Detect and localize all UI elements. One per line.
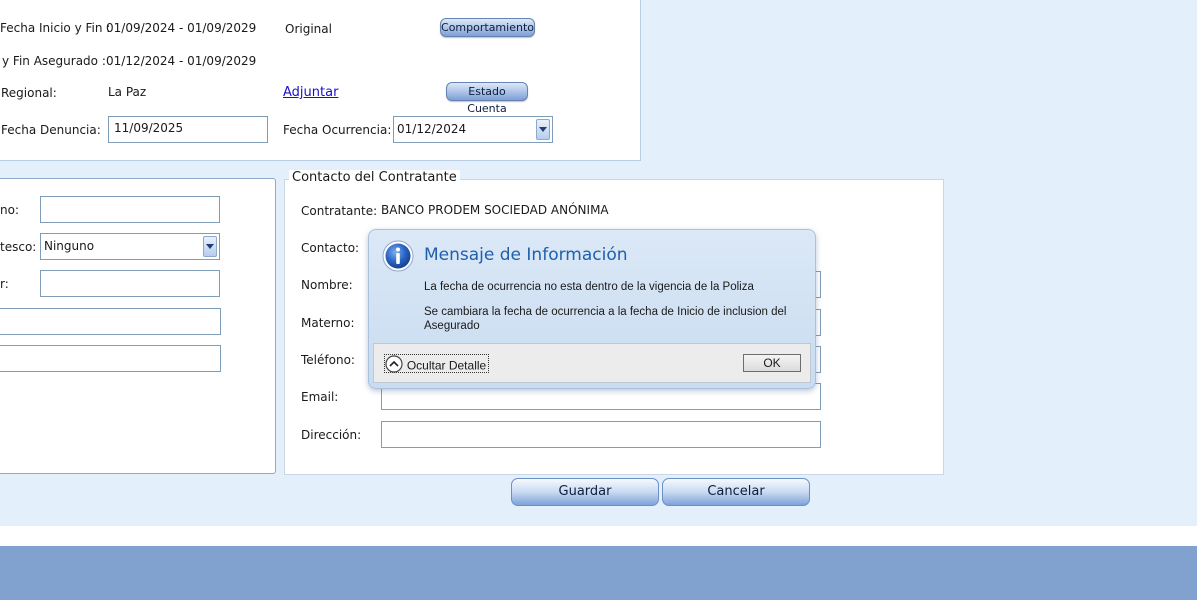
regional-label: Regional: <box>1 86 57 100</box>
policy-status: Original <box>285 22 332 36</box>
email-label: Email: <box>301 390 339 404</box>
contratante-value: BANCO PRODEM SOCIEDAD ANÓNIMA <box>381 203 609 217</box>
chevron-up-icon <box>385 355 403 376</box>
contratante-label: Contratante: <box>301 204 378 218</box>
bottom-white-band <box>0 526 1197 546</box>
direccion-input[interactable] <box>381 421 821 448</box>
regional-value: La Paz <box>108 85 147 99</box>
fecha-ocurrencia-value: 01/12/2024 <box>397 122 467 136</box>
parentesco-value: Ninguno <box>44 239 95 253</box>
cancelar-button[interactable]: Cancelar <box>662 478 810 506</box>
asegurado-value: 01/12/2024 - 01/09/2029 <box>106 54 257 68</box>
direccion-label: Dirección: <box>301 428 362 442</box>
information-dialog: Mensaje de Información La fecha de ocurr… <box>368 229 816 389</box>
fecha-denuncia-input[interactable]: 11/09/2025 <box>108 116 268 143</box>
row3-input[interactable] <box>40 270 220 297</box>
parentesco-label: tesco: <box>0 240 37 254</box>
row1-input[interactable] <box>40 196 220 223</box>
nombre-label: Nombre: <box>301 278 353 292</box>
contacto-label: Contacto: <box>301 241 360 255</box>
asegurado-label: y Fin Asegurado : <box>2 54 106 68</box>
dialog-footer: Ocultar Detalle OK <box>373 343 811 383</box>
fecha-inicio-fin-value: 01/09/2024 - 01/09/2029 <box>106 21 257 35</box>
chevron-down-icon[interactable] <box>203 236 217 257</box>
row5-input[interactable] <box>0 345 221 372</box>
dialog-message-line1: La fecha de ocurrencia no esta dentro de… <box>424 281 754 293</box>
footer-band <box>0 546 1197 600</box>
info-icon <box>382 240 414 272</box>
comportamiento-button[interactable]: Comportamiento <box>440 18 535 37</box>
dialog-title: Mensaje de Información <box>424 245 628 265</box>
chevron-down-icon[interactable] <box>536 119 550 140</box>
fecha-ocurrencia-label: Fecha Ocurrencia: <box>283 123 392 137</box>
row4-input[interactable] <box>0 308 221 335</box>
ocultar-detalle-label: Ocultar Detalle <box>406 358 487 373</box>
row1-label: no: <box>0 203 19 217</box>
guardar-button[interactable]: Guardar <box>511 478 659 506</box>
parentesco-select[interactable]: Ninguno <box>40 233 220 260</box>
ocultar-detalle-toggle[interactable]: Ocultar Detalle <box>384 354 490 376</box>
contact-legend: Contacto del Contratante <box>289 170 460 185</box>
fecha-denuncia-label: Fecha Denuncia: <box>1 123 101 137</box>
fecha-ocurrencia-select[interactable]: 01/12/2024 <box>393 116 553 143</box>
ok-button[interactable]: OK <box>743 354 801 372</box>
fecha-inicio-fin-label: Fecha Inicio y Fin : <box>0 21 111 35</box>
row3-label: r: <box>0 277 9 291</box>
dialog-message-line2: Se cambiara la fecha de ocurrencia a la … <box>424 306 787 332</box>
telefono-label: Teléfono: <box>301 353 355 367</box>
adjuntar-link[interactable]: Adjuntar <box>283 85 338 100</box>
materno-label: Materno: <box>301 316 355 330</box>
estado-cuenta-button[interactable]: Estado Cuenta <box>446 82 528 115</box>
